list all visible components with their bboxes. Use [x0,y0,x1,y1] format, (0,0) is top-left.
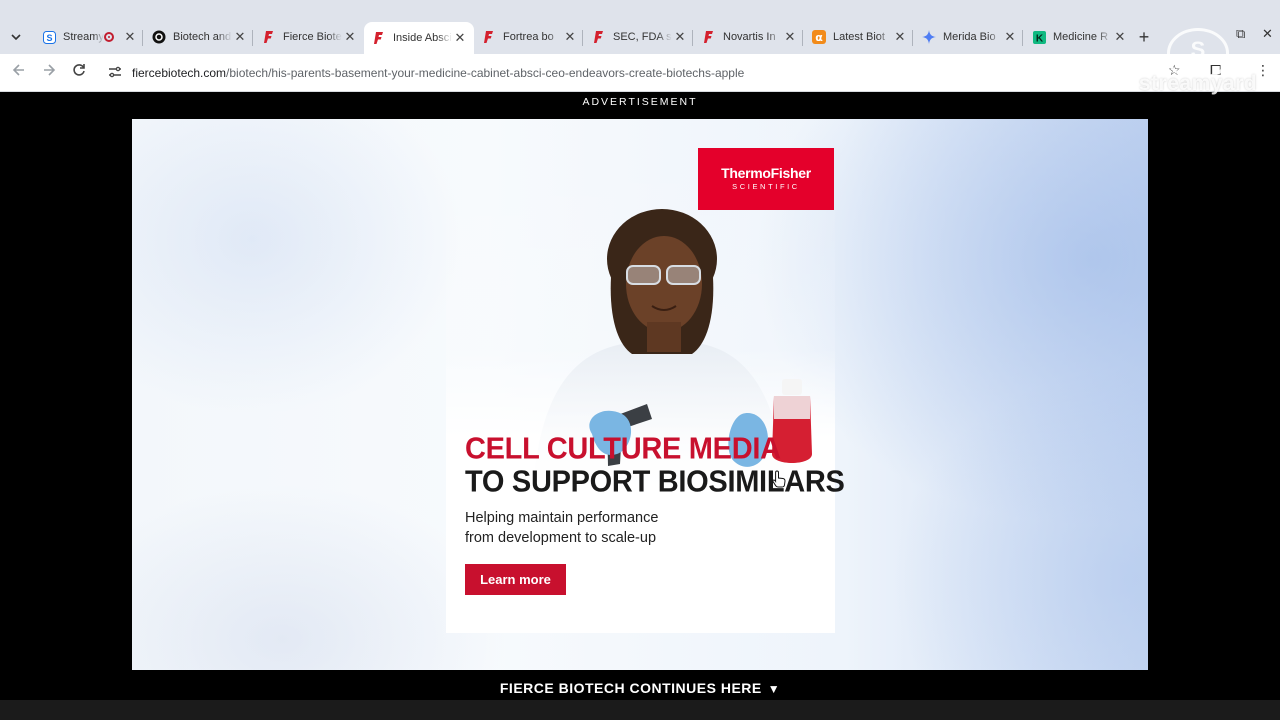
learn-more-button[interactable]: Learn more [465,564,566,595]
tab-biotech-and[interactable]: Biotech and ✕ [144,24,254,50]
svg-text:K: K [1035,33,1043,44]
tab-search-button[interactable] [4,26,28,48]
tab-novartis[interactable]: Novartis In ✕ [694,24,804,50]
advertisement-label: ADVERTISEMENT [582,96,698,108]
tab-streamyard[interactable]: S Streamyard ✕ [34,24,144,50]
close-tab-icon[interactable]: ✕ [452,30,468,46]
alpha-favicon-icon: α [812,30,826,44]
close-tab-icon[interactable]: ✕ [122,29,138,45]
thermo-fisher-logo[interactable]: ThermoFisher SCIENTIFIC [698,148,834,210]
ad-headline-dark: TO SUPPORT BIOSIMILARS [465,465,845,499]
continue-text: FIERCE BIOTECH CONTINUES HERE [499,680,762,696]
tab-title: Fortrea bo [503,31,554,43]
close-tab-icon[interactable]: ✕ [672,29,688,45]
site-info-icon[interactable] [108,66,124,81]
tab-strip: S Streamyard ✕ Biotech and ✕ Fierce Biot… [0,0,1280,54]
tab-title: Streamyard [63,31,104,43]
hand-cursor-icon [772,470,786,488]
streamyard-watermark: S streamyard [1138,28,1258,100]
address-bar[interactable]: fiercebiotech.com/biotech/his-parents-ba… [100,59,1150,87]
brand-name: ThermoFisher [721,165,811,181]
tab-fierce-biotech[interactable]: Fierce Biotech ✕ [254,24,364,50]
tab-title: Latest Biot [833,31,885,43]
close-tab-icon[interactable]: ✕ [232,29,248,45]
chevron-down-icon [11,34,21,40]
recording-icon [104,32,114,42]
ad-subheadline: Helping maintain performance from develo… [465,509,725,548]
tab-title: Medicine R [1053,31,1109,43]
close-tab-icon[interactable]: ✕ [342,29,358,45]
svg-text:α: α [815,31,823,44]
arrow-right-icon [44,64,56,76]
tab-sec-fda[interactable]: SEC, FDA s ✕ [584,24,694,50]
streamyard-logo-icon: S [1167,28,1229,78]
tab-title: Inside Absci [393,32,452,44]
tab-title: SEC, FDA s [613,31,672,43]
close-tab-icon[interactable]: ✕ [562,29,578,45]
tab-inside-absci[interactable]: Inside Absci ✕ [364,22,474,54]
ad-subheadline-line-2: from development to scale-up [465,529,657,546]
gemini-star-icon [922,30,936,44]
ad-headline-red: CELL CULTURE MEDIA [465,432,781,466]
podcast-favicon-icon [152,30,166,44]
tab-merida-bio[interactable]: Merida Bio ✕ [914,24,1024,50]
tab-fortrea[interactable]: Fortrea bo ✕ [474,24,584,50]
tab-latest-biotech[interactable]: α Latest Biot ✕ [804,24,914,50]
k-favicon-icon: K [1032,30,1046,44]
svg-text:S: S [46,33,52,43]
reload-button[interactable] [68,62,90,84]
browser-toolbar: fiercebiotech.com/biotech/his-parents-ba… [0,54,1280,92]
close-tab-icon[interactable]: ✕ [1112,29,1128,45]
close-tab-icon[interactable]: ✕ [1002,29,1018,45]
ad-subheadline-line-1: Helping maintain performance [465,510,659,526]
brand-subline: SCIENTIFIC [732,182,800,191]
fierce-favicon-icon [372,31,386,45]
watermark-text: streamyard [1138,72,1258,95]
forward-button[interactable] [38,62,60,84]
fierce-favicon-icon [592,30,606,44]
tab-medicine[interactable]: K Medicine R ✕ [1024,24,1134,50]
close-window-icon[interactable]: ✕ [1262,26,1273,42]
tab-title: Biotech and [173,31,232,43]
fierce-favicon-icon [702,30,716,44]
back-button[interactable] [8,62,30,84]
url-host: fiercebiotech.com [132,66,227,80]
ad-banner[interactable]: ThermoFisher SCIENTIFIC CELL CULTURE MED… [132,119,1148,670]
close-tab-icon[interactable]: ✕ [892,29,908,45]
fierce-favicon-icon [482,30,496,44]
reload-icon [73,64,85,76]
tab-title: Fierce Biotech [283,31,342,43]
arrow-left-icon [12,64,24,76]
tab-title: Merida Bio [943,31,996,43]
continue-reading-link[interactable]: FIERCE BIOTECH CONTINUES HERE ▼ [0,680,1280,696]
close-tab-icon[interactable]: ✕ [782,29,798,45]
fierce-favicon-icon [262,30,276,44]
tab-title: Novartis In [723,31,776,43]
bottom-strip [0,700,1280,720]
url-path: /biotech/his-parents-basement-your-medic… [226,66,745,80]
menu-kebab-icon[interactable]: ⋮ [1256,62,1270,79]
streamyard-favicon-icon: S [42,30,56,44]
caret-down-icon: ▼ [767,682,781,696]
